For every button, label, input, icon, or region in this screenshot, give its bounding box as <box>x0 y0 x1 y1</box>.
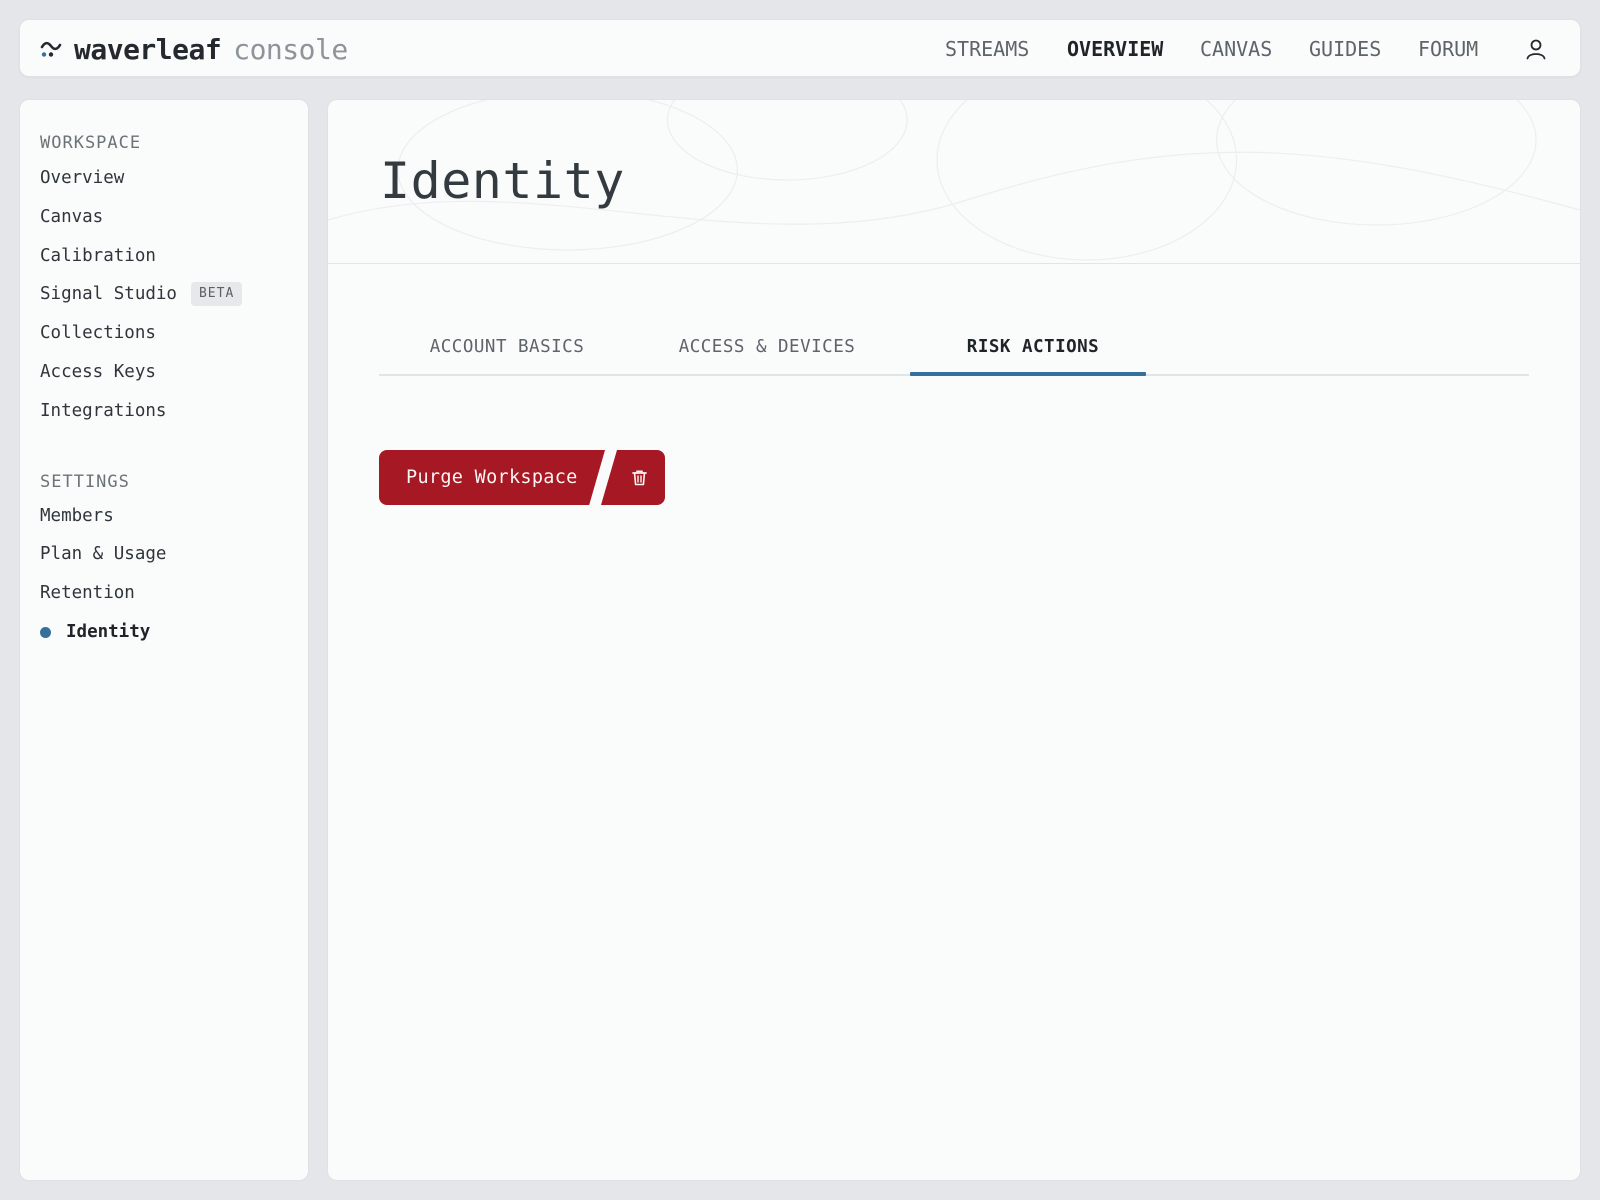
trash-icon <box>632 470 647 486</box>
active-indicator-dot <box>40 626 51 638</box>
sidebar: WORKSPACE Overview Canvas Calibration Si… <box>19 99 309 1181</box>
sidebar-item-integrations[interactable]: Integrations <box>40 399 166 423</box>
sidebar-item-label: Overview <box>40 168 125 188</box>
purge-workspace-group: Purge Workspace <box>379 450 669 505</box>
page-header: Identity <box>328 100 1580 264</box>
sidebar-item-label: Members <box>40 506 114 526</box>
sidebar-item-overview[interactable]: Overview <box>40 166 124 190</box>
sidebar-item-collections[interactable]: Collections <box>40 321 156 345</box>
active-tab-underline <box>910 372 1146 376</box>
sidebar-item-members[interactable]: Members <box>40 504 114 528</box>
top-bar: waverleaf console STREAMS OVERVIEW CANVA… <box>19 19 1581 77</box>
purge-trash-button[interactable] <box>601 450 665 505</box>
top-nav: STREAMS OVERVIEW CANVAS GUIDES FORUM <box>20 20 1580 78</box>
sidebar-item-access-keys[interactable]: Access Keys <box>40 360 156 384</box>
sidebar-item-calibration[interactable]: Calibration <box>40 244 156 268</box>
sidebar-item-label: Access Keys <box>40 362 156 382</box>
tab-bar: ACCOUNT BASICS ACCESS & DEVICES RISK ACT… <box>379 316 1529 378</box>
topnav-forum[interactable]: FORUM <box>1418 20 1478 78</box>
sidebar-item-label: Identity <box>66 622 151 642</box>
topnav-overview[interactable]: OVERVIEW <box>1067 20 1163 78</box>
page-title: Identity <box>380 152 625 210</box>
sidebar-item-plan-usage[interactable]: Plan & Usage <box>40 542 166 566</box>
sidebar-item-label: Canvas <box>40 207 104 227</box>
sidebar-item-label: Plan & Usage <box>40 544 167 564</box>
purge-workspace-button[interactable]: Purge Workspace <box>379 450 605 505</box>
topnav-streams[interactable]: STREAMS <box>945 20 1029 78</box>
beta-badge: BETA <box>190 282 243 306</box>
main-panel: Identity <box>327 99 1581 1181</box>
user-icon[interactable] <box>1524 37 1548 61</box>
sidebar-item-label: Retention <box>40 583 135 603</box>
tab-access-devices[interactable]: ACCESS & DEVICES <box>635 316 899 378</box>
tab-risk-actions[interactable]: RISK ACTIONS <box>915 316 1151 378</box>
sidebar-heading-workspace: WORKSPACE <box>40 133 142 153</box>
sidebar-item-label: Collections <box>40 323 156 343</box>
topnav-canvas[interactable]: CANVAS <box>1200 20 1272 78</box>
tab-account-basics[interactable]: ACCOUNT BASICS <box>379 316 635 378</box>
sidebar-heading-settings: SETTINGS <box>40 472 130 492</box>
sidebar-item-label: Integrations <box>40 401 167 421</box>
sidebar-item-identity[interactable]: Identity <box>40 620 150 644</box>
sidebar-item-label: Signal Studio <box>40 284 177 304</box>
sidebar-item-retention[interactable]: Retention <box>40 581 135 605</box>
sidebar-item-canvas[interactable]: Canvas <box>40 205 103 229</box>
sidebar-item-signal-studio[interactable]: Signal Studio BETA <box>40 282 243 306</box>
sidebar-item-label: Calibration <box>40 246 156 266</box>
topnav-guides[interactable]: GUIDES <box>1309 20 1381 78</box>
